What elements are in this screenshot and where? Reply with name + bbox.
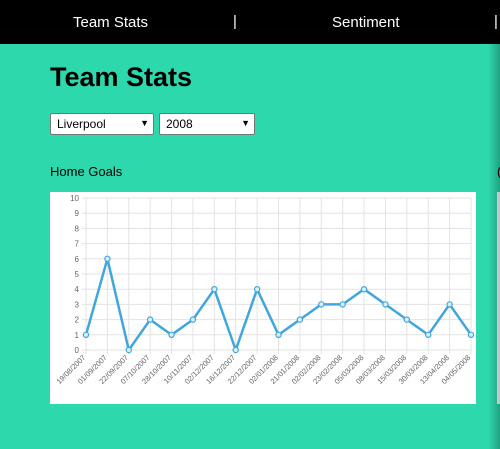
team-select-value: Liverpool	[57, 117, 106, 131]
chart-title: Home Goals	[50, 164, 123, 179]
data-point	[339, 301, 346, 308]
y-tick-label: 1	[75, 331, 80, 340]
y-tick-label: 9	[75, 209, 80, 218]
y-tick-label: 2	[75, 316, 80, 325]
y-tick-label: 5	[75, 270, 80, 279]
nav-separator-right: |	[494, 13, 498, 30]
y-tick-label: 10	[70, 194, 79, 203]
data-point	[104, 255, 111, 263]
data-point	[403, 316, 411, 323]
data-point	[232, 346, 239, 354]
page-title: Team Stats	[50, 62, 193, 92]
data-point	[189, 316, 197, 323]
home-goals-chart-card: 0 1 2 3 4 5 6 7 8 9 10 19/08/2007 01/09/2007 22/09/20…	[50, 192, 476, 404]
data-point	[382, 301, 389, 308]
data-point	[146, 316, 154, 323]
season-select[interactable]: 2008 ▼	[159, 113, 255, 135]
y-tick-label: 3	[75, 300, 80, 309]
data-point	[168, 331, 175, 338]
data-point	[275, 331, 282, 338]
chevron-down-icon: ▼	[241, 118, 250, 128]
data-point	[211, 285, 218, 293]
season-select-value: 2008	[166, 117, 193, 131]
y-tick-label: 0	[75, 346, 80, 355]
data-point	[360, 285, 368, 293]
chevron-down-icon: ▼	[140, 118, 149, 128]
data-point	[82, 331, 90, 338]
data-point	[467, 331, 475, 338]
data-point	[446, 301, 453, 308]
data-point	[125, 346, 132, 354]
home-goals-line-chart: 01234567891019/08/200701/09/200722/09/20…	[55, 194, 475, 386]
team-select[interactable]: Liverpool ▼	[50, 113, 154, 135]
y-tick-label: 4	[75, 285, 80, 294]
scroll-shadow	[488, 44, 500, 449]
nav-item-sentiment[interactable]: Sentiment	[332, 14, 400, 31]
nav-separator: |	[233, 13, 237, 30]
data-point	[425, 331, 432, 338]
y-tick-label: 7	[75, 240, 80, 249]
y-tick-label: 6	[75, 255, 80, 264]
nav-item-team-stats[interactable]: Team Stats	[73, 14, 148, 31]
data-point	[253, 285, 261, 293]
y-tick-label: 8	[75, 224, 80, 233]
data-point	[318, 301, 325, 308]
data-point	[296, 316, 304, 323]
top-navbar: Team Stats | Sentiment |	[0, 0, 500, 44]
